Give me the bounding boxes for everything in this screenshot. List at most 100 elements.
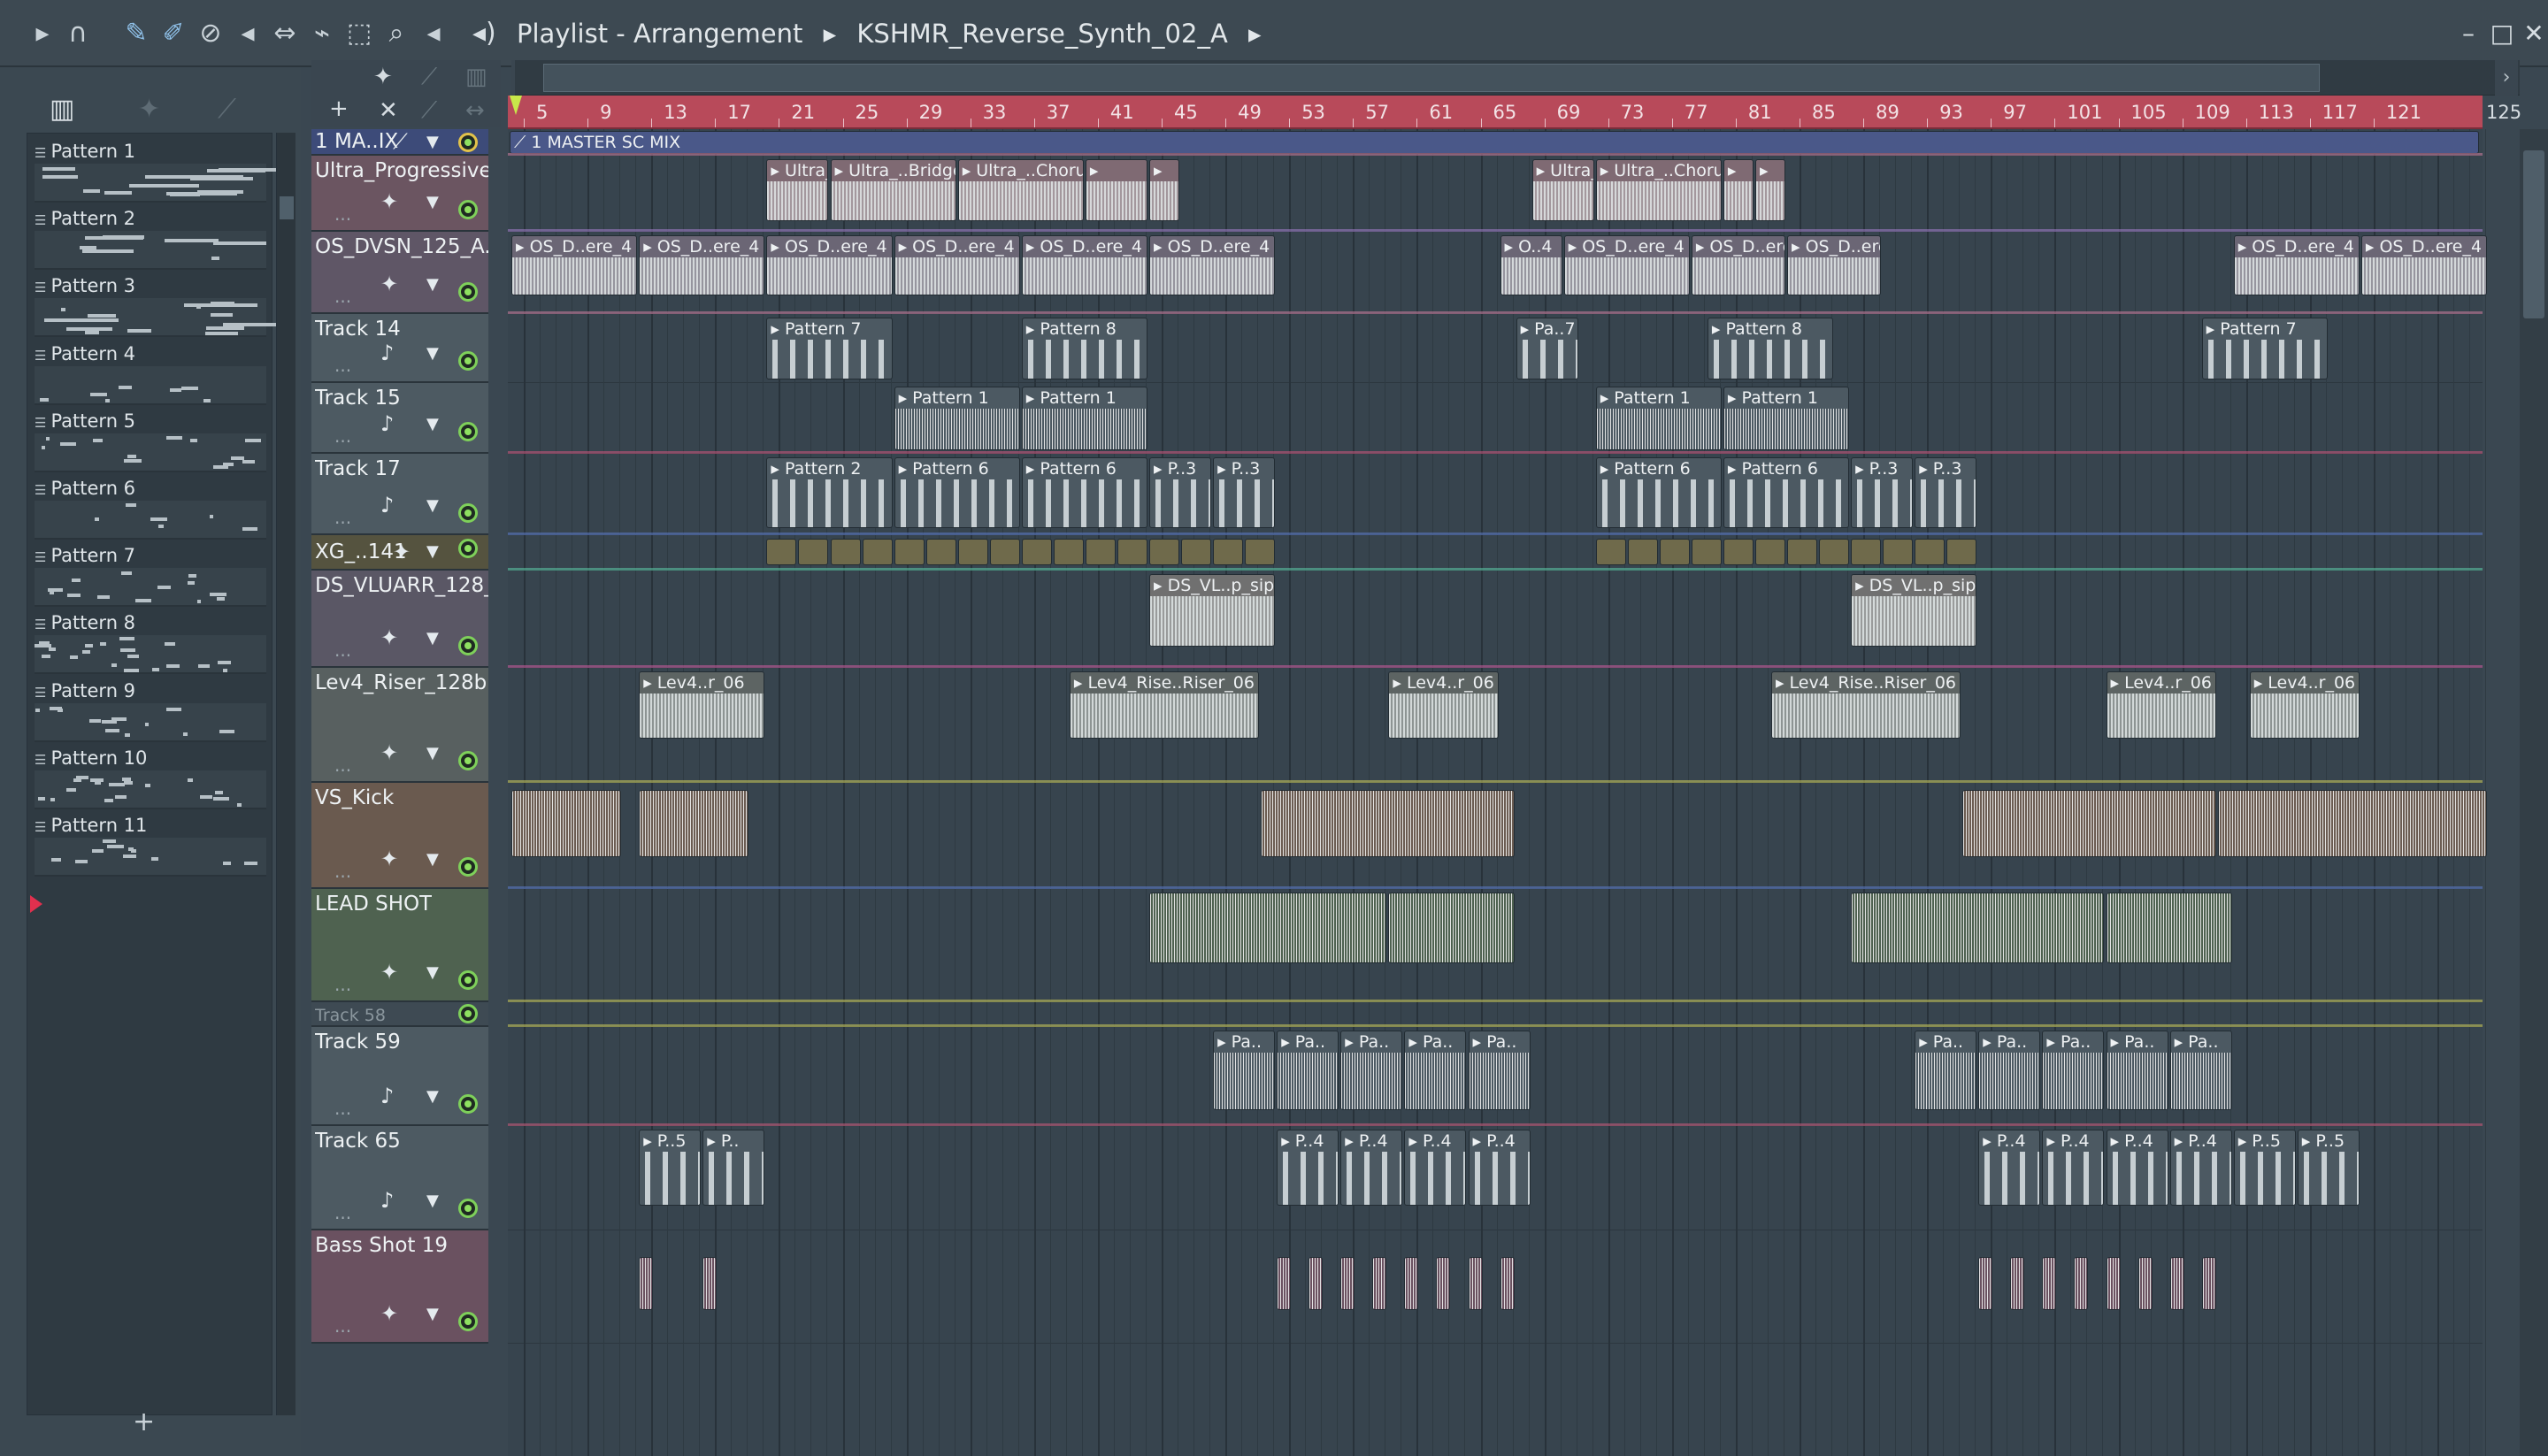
track-dropdown-arrow-icon[interactable]: ▼ [426,542,439,561]
playlist-clip[interactable]: ▸ P..5 [2233,1130,2296,1206]
playlist-clip[interactable] [1021,539,1052,565]
playlist-clip[interactable] [1962,790,2216,857]
track-header[interactable]: OS_DVSN_125_A..... ✦ ▼ [311,232,488,314]
track-options-dots[interactable]: ... [334,974,351,995]
breadcrumb-selected-sample[interactable]: KSHMR_Reverse_Synth_02_A [856,19,1227,49]
playlist-clip[interactable]: ▸ Pattern 1 [1595,387,1722,450]
track-header[interactable]: Track 15... ♪ ▼ [311,383,488,454]
playlist-clip[interactable]: ▸ Pa.. [1277,1031,1339,1110]
playlist-clip[interactable]: ▸ Pattern 8 [1707,318,1834,379]
playlist-clip[interactable] [894,539,925,565]
playlist-clip[interactable]: ▸ OS_D..ere_4 [1149,235,1276,295]
resize-icon[interactable]: ↔ [465,97,485,124]
master-automation-clip[interactable]: ⟋ 1 MASTER SC MIX [510,131,2479,154]
playlist-clip[interactable]: ▸ [1754,159,1785,221]
playlist-clip[interactable] [702,1257,718,1310]
track-header[interactable]: Ultra_Progressive..... ✦ ▼ [311,156,488,232]
playlist-clip[interactable] [1436,1257,1451,1310]
playlist-clip[interactable] [2042,1257,2057,1310]
playlist-clip[interactable]: ▸ OS_D..ere_4 [639,235,765,295]
playlist-clip[interactable]: ▸ P..4 [1340,1130,1403,1206]
playhead-marker-icon[interactable] [510,96,522,115]
play-arrow-icon[interactable]: ▸ [25,14,60,53]
playlist-clip[interactable] [925,539,956,565]
playlist-clip[interactable]: ▸ Ultra_..Choru [1595,159,1722,221]
playlist-clip[interactable] [2106,893,2232,963]
slip-icon[interactable]: ⇔ [267,14,303,53]
playlist-clip[interactable] [639,790,749,857]
playlist-clip[interactable]: ▸ P..4 [2106,1130,2168,1206]
track-header[interactable]: Track 65... ♪ ▼ [311,1126,488,1230]
playlist-clip[interactable] [2201,1257,2216,1310]
scrollbar-thumb[interactable] [2523,150,2544,318]
track-lane[interactable] [508,1230,2483,1344]
playlist-clip[interactable]: ▸ [1723,159,1754,221]
close-button[interactable]: ✕ [2518,18,2548,50]
timeline-ruler[interactable]: 5 9 13 17 21 25 29 33 37 41 45 49 53 57 61 65 69 73 77 81 85… [508,96,2483,129]
playlist-clip[interactable]: ▸ Pattern 6 [1021,457,1147,528]
playlist-clip[interactable]: ▸ Pattern 6 [1595,457,1722,528]
playlist-clip[interactable] [1978,1257,1993,1310]
playlist-clip[interactable]: ▸ Pa.. [1915,1031,1977,1110]
playlist-clip[interactable] [1309,1257,1324,1310]
track-dropdown-arrow-icon[interactable]: ▼ [426,850,439,869]
playlist-clip[interactable] [1819,539,1850,565]
track-header[interactable]: Track 17... ♪ ▼ [311,454,488,535]
pattern-list-item[interactable]: Pattern 9 [31,678,270,746]
playlist-clip[interactable] [2217,790,2488,857]
playlist-clip[interactable] [1085,539,1116,565]
track-header[interactable]: VS_Kick... ✦ ▼ [311,783,488,889]
track-header[interactable]: Bass Shot 19... ✦ ▼ [311,1230,488,1344]
track-lane[interactable] [508,383,2483,454]
playlist-clip[interactable]: ▸ Pattern 7 [2201,318,2328,379]
playlist-clip[interactable]: ▸ P..3 [1213,457,1276,528]
playlist-clip[interactable] [2010,1257,2025,1310]
track-dropdown-arrow-icon[interactable]: ▼ [426,1305,439,1323]
track-options-dots[interactable]: ... [334,755,351,776]
playlist-clip[interactable] [1659,539,1690,565]
playlist-clip[interactable]: ▸ Lev4..r_06 [639,671,765,739]
pattern-list-item[interactable]: Pattern 7 [31,543,270,610]
playlist-clip[interactable] [639,1257,654,1310]
pattern-list-item[interactable]: Pattern 4 [31,341,270,409]
automation-icon[interactable]: ⟋ [218,83,236,136]
zoom-icon[interactable]: ⌕ [379,14,414,53]
playlist-clip[interactable]: ▸ Pa.. [2106,1031,2168,1110]
track-options-dots[interactable]: ... [334,1098,351,1119]
playlist-clip[interactable]: ▸ Ultra_..Choru [957,159,1084,221]
playlist-clip[interactable]: ▸ DS_VL..p_sip [1149,574,1276,647]
track-lane[interactable] [508,1002,2483,1027]
pattern-list-scrollbar[interactable] [276,133,295,1415]
add-track-button[interactable]: + [329,96,349,122]
track-mute-led[interactable] [458,1199,478,1218]
playlist-clip[interactable]: ▸ Pattern 7 [766,318,893,379]
playlist-clip[interactable] [957,539,988,565]
playlist-clip[interactable]: ▸ P..4 [1978,1130,2041,1206]
track-options-dots[interactable]: ... [334,1315,351,1337]
maximize-button[interactable]: □ [2486,18,2518,50]
pattern-list-item[interactable]: Pattern 3 [31,273,288,341]
playlist-clip[interactable]: ▸ OS_D..ere_4 [894,235,1020,295]
playlist-clip[interactable] [1404,1257,1419,1310]
track-dropdown-arrow-icon[interactable]: ▼ [426,193,439,211]
track-header[interactable]: Track 58 [311,1002,488,1027]
track-mute-led[interactable] [458,1094,478,1114]
playlist-clip[interactable] [798,539,829,565]
track-mute-led[interactable] [458,422,478,441]
playlist-clip[interactable]: ▸ Lev4_Rise..Riser_06 [1770,671,1961,739]
playlist-clip[interactable]: ▸ Pa.. [2169,1031,2232,1110]
playlist-clip[interactable] [1915,539,1946,565]
track-dropdown-arrow-icon[interactable]: ▼ [426,344,439,363]
pattern-list-item[interactable]: Pattern 6 [31,476,270,543]
playlist-clip[interactable] [1500,1257,1515,1310]
playlist-clip[interactable]: ▸ P..4 [1468,1130,1531,1206]
playlist-clip[interactable]: ▸ Pa.. [1340,1031,1403,1110]
track-header[interactable]: DS_VLUARR_128_..... ✦ ▼ [311,571,488,668]
playlist-clip[interactable]: ▸ P..3 [1851,457,1914,528]
playlist-clip[interactable]: ▸ Lev4..r_06 [1388,671,1499,739]
track-mute-led[interactable] [458,539,478,558]
track-mute-led[interactable] [458,751,478,770]
playlist-clip[interactable]: ▸ [1085,159,1147,221]
playlist-lanes[interactable]: ⟋ 1 MASTER SC MIX ▸ Ultra_..rse ▸ Ultra_..… [508,129,2488,1456]
playlist-clip[interactable] [1723,539,1754,565]
